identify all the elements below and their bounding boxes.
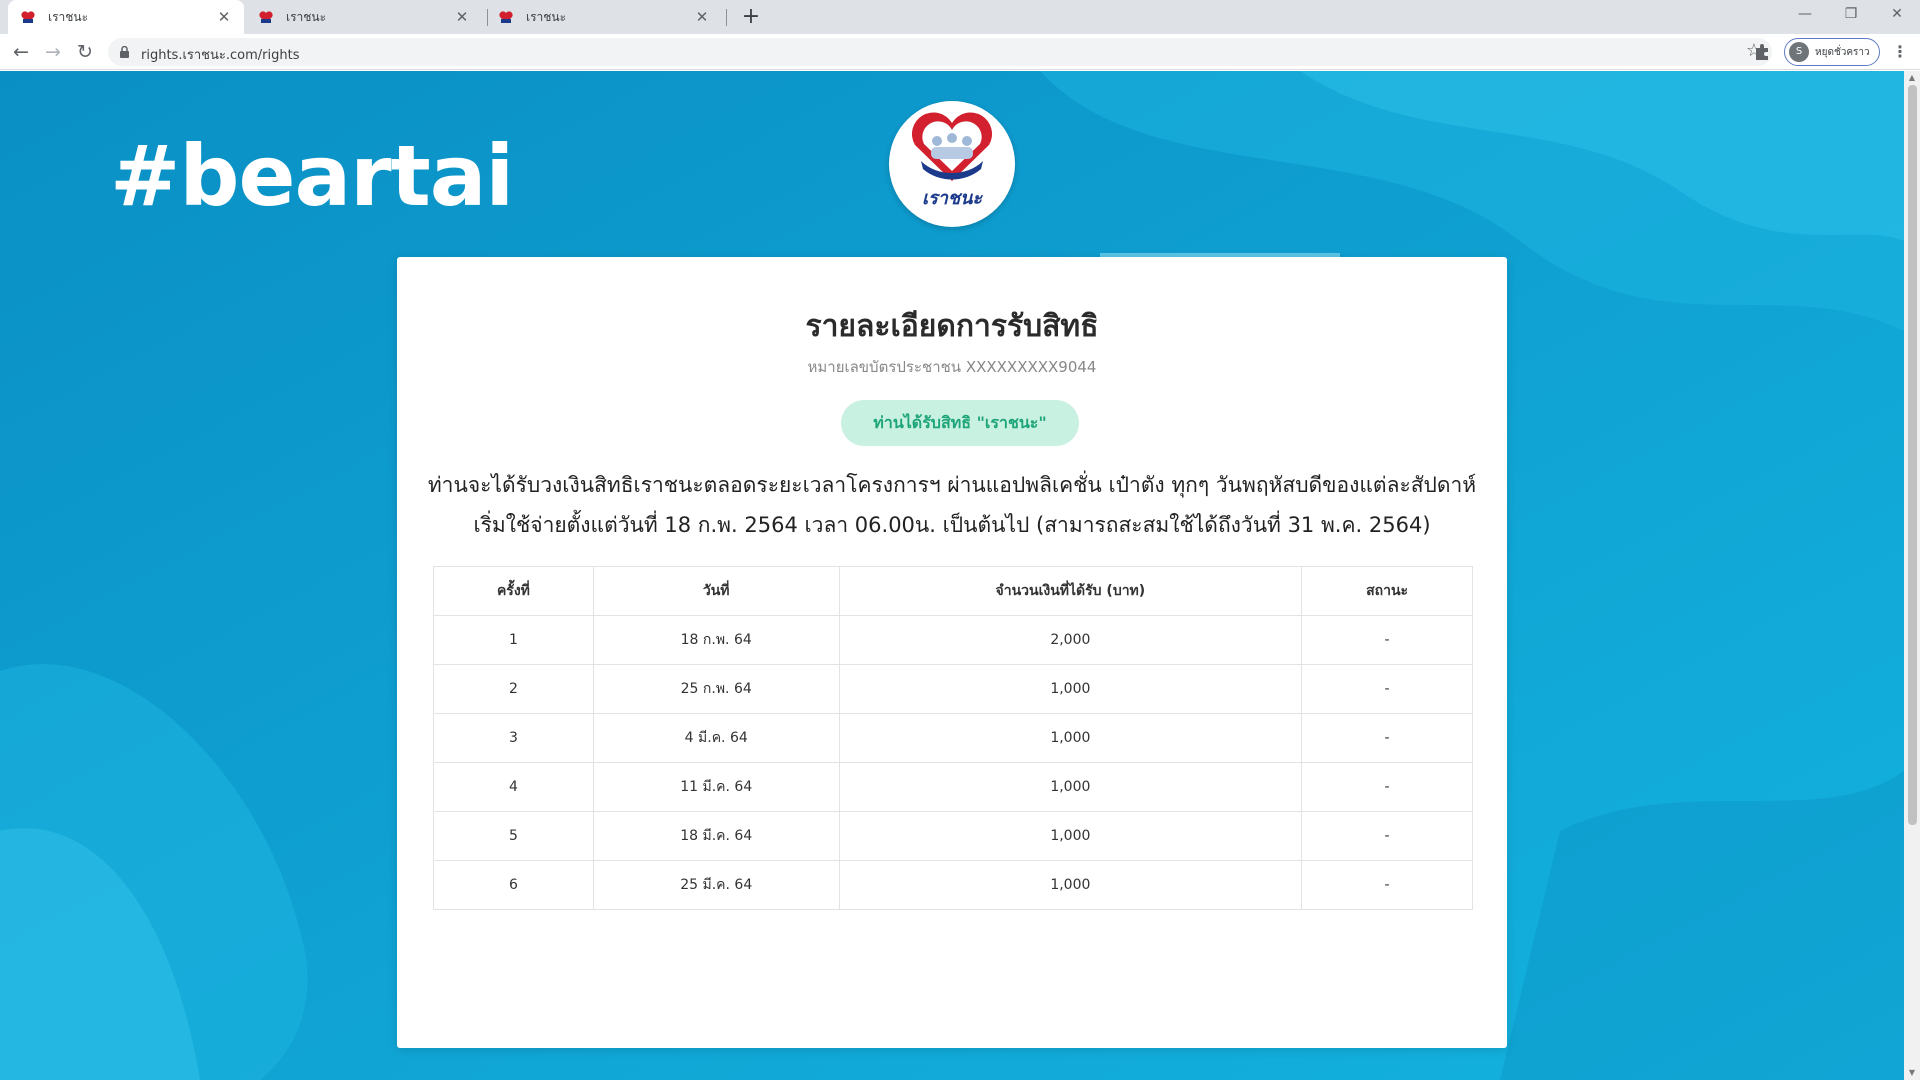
column-header-round: ครั้งที่ (433, 566, 594, 616)
cell-status: - (1301, 615, 1473, 665)
cell-amount: 1,000 (838, 713, 1303, 763)
cell-amount: 1,000 (838, 762, 1303, 812)
cell-amount: 1,000 (838, 860, 1303, 910)
back-arrow-icon[interactable]: ← (8, 39, 34, 65)
cell-amount: 1,000 (838, 664, 1303, 714)
table-row: 2 25 ก.พ. 64 1,000 - (433, 664, 1473, 714)
extensions-puzzle-icon[interactable] (1752, 42, 1772, 62)
restore-icon[interactable]: ❐ (1828, 0, 1874, 30)
table-header-row: ครั้งที่ วันที่ จำนวนเงินที่ได้รับ (บาท)… (433, 566, 1473, 616)
cell-status: - (1301, 713, 1473, 763)
profile-label: หยุดชั่วคราว (1815, 46, 1870, 58)
url-text: rights.เราชนะ.com/rights (141, 48, 300, 63)
tab-title: เราชนะ (286, 9, 327, 24)
tab-1[interactable]: เราชนะ ✕ (8, 0, 244, 34)
reload-icon[interactable]: ↻ (72, 39, 98, 65)
scrollbar-thumb[interactable] (1908, 85, 1917, 825)
cell-round: 1 (433, 615, 594, 665)
status-badge: ท่านได้รับสิทธิ "เราชนะ" (841, 400, 1079, 446)
cell-date: 18 มี.ค. 64 (592, 811, 840, 861)
heart-favicon-icon (21, 11, 35, 23)
minimize-icon[interactable]: — (1782, 0, 1828, 30)
heart-hands-icon (911, 112, 993, 181)
lock-icon (120, 46, 129, 58)
profile-button[interactable]: S หยุดชั่วคราว (1784, 38, 1880, 66)
cell-amount: 2,000 (838, 615, 1303, 665)
cell-status: - (1301, 811, 1473, 861)
table-row: 1 18 ก.พ. 64 2,000 - (433, 615, 1473, 665)
close-icon[interactable]: ✕ (216, 8, 232, 26)
page-title: รายละเอียดการรับสิทธิ (805, 309, 1099, 344)
cell-round: 6 (433, 860, 594, 910)
cell-status: - (1301, 860, 1473, 910)
cell-round: 5 (433, 811, 594, 861)
tab-3[interactable]: เราชนะ ✕ (486, 0, 722, 34)
citizen-id-label: หมายเลขบัตรประชาชน XXXXXXXXX9044 (807, 358, 1097, 376)
tab-title: เราชนะ (526, 9, 567, 24)
payment-schedule-table: ครั้งที่ วันที่ จำนวนเงินที่ได้รับ (บาท)… (433, 566, 1473, 910)
rao-chana-logo: เราชนะ (889, 101, 1015, 227)
new-tab-button[interactable]: + (737, 3, 765, 31)
close-window-icon[interactable]: ✕ (1874, 0, 1920, 30)
description-line-1: ท่านจะได้รับวงเงินสิทธิเราชนะตลอดระยะเวล… (427, 473, 1477, 497)
cell-amount: 1,000 (838, 811, 1303, 861)
cell-date: 25 มี.ค. 64 (592, 860, 840, 910)
table-row: 4 11 มี.ค. 64 1,000 - (433, 762, 1473, 812)
cell-date: 18 ก.พ. 64 (592, 615, 840, 665)
column-header-amount: จำนวนเงินที่ได้รับ (บาท) (838, 566, 1303, 616)
table-row: 3 4 มี.ค. 64 1,000 - (433, 713, 1473, 763)
logo-text: เราชนะ (921, 188, 983, 209)
scroll-down-arrow-icon[interactable]: ▼ (1904, 1066, 1920, 1080)
tab-separator (726, 9, 727, 26)
description: ท่านจะได้รับวงเงินสิทธิเราชนะตลอดระยะเวล… (397, 465, 1507, 545)
close-icon[interactable]: ✕ (454, 8, 470, 26)
address-bar[interactable]: rights.เราชนะ.com/rights ☆ (108, 38, 1772, 66)
cell-status: - (1301, 762, 1473, 812)
tab-strip: เราชนะ ✕ เราชนะ ✕ เราชนะ ✕ + — ❐ ✕ (0, 0, 1920, 34)
tab-title: เราชนะ (48, 9, 89, 24)
menu-kebab-icon[interactable]: ⋮ (1888, 40, 1912, 64)
table-row: 5 18 มี.ค. 64 1,000 - (433, 811, 1473, 861)
heart-favicon-icon (499, 11, 513, 23)
forward-arrow-icon[interactable]: → (40, 39, 66, 65)
cell-date: 11 มี.ค. 64 (592, 762, 840, 812)
heart-favicon-icon (259, 11, 273, 23)
table-row: 6 25 มี.ค. 64 1,000 - (433, 860, 1473, 910)
page-viewport: #beartai เราชนะ รายละเอียดการรับสิทธิ หม… (0, 71, 1904, 1080)
column-header-status: สถานะ (1301, 566, 1473, 616)
page-scrollbar[interactable]: ▲ ▼ (1904, 71, 1920, 1080)
scroll-up-arrow-icon[interactable]: ▲ (1904, 71, 1920, 85)
cell-round: 4 (433, 762, 594, 812)
browser-toolbar: ← → ↻ rights.เราชนะ.com/rights ☆ S หยุดช… (0, 34, 1920, 70)
tab-2[interactable]: เราชนะ ✕ (246, 0, 482, 34)
cell-round: 2 (433, 664, 594, 714)
cell-round: 3 (433, 713, 594, 763)
close-icon[interactable]: ✕ (694, 8, 710, 26)
cell-date: 4 มี.ค. 64 (592, 713, 840, 763)
avatar: S (1789, 42, 1809, 62)
column-header-date: วันที่ (592, 566, 840, 616)
cell-date: 25 ก.พ. 64 (592, 664, 840, 714)
rights-detail-card: รายละเอียดการรับสิทธิ หมายเลขบัตรประชาชน… (397, 257, 1507, 1048)
cell-status: - (1301, 664, 1473, 714)
description-line-2: เริ่มใช้จ่ายตั้งแต่วันที่ 18 ก.พ. 2564 เ… (473, 513, 1431, 537)
watermark-beartai: #beartai (110, 127, 514, 225)
